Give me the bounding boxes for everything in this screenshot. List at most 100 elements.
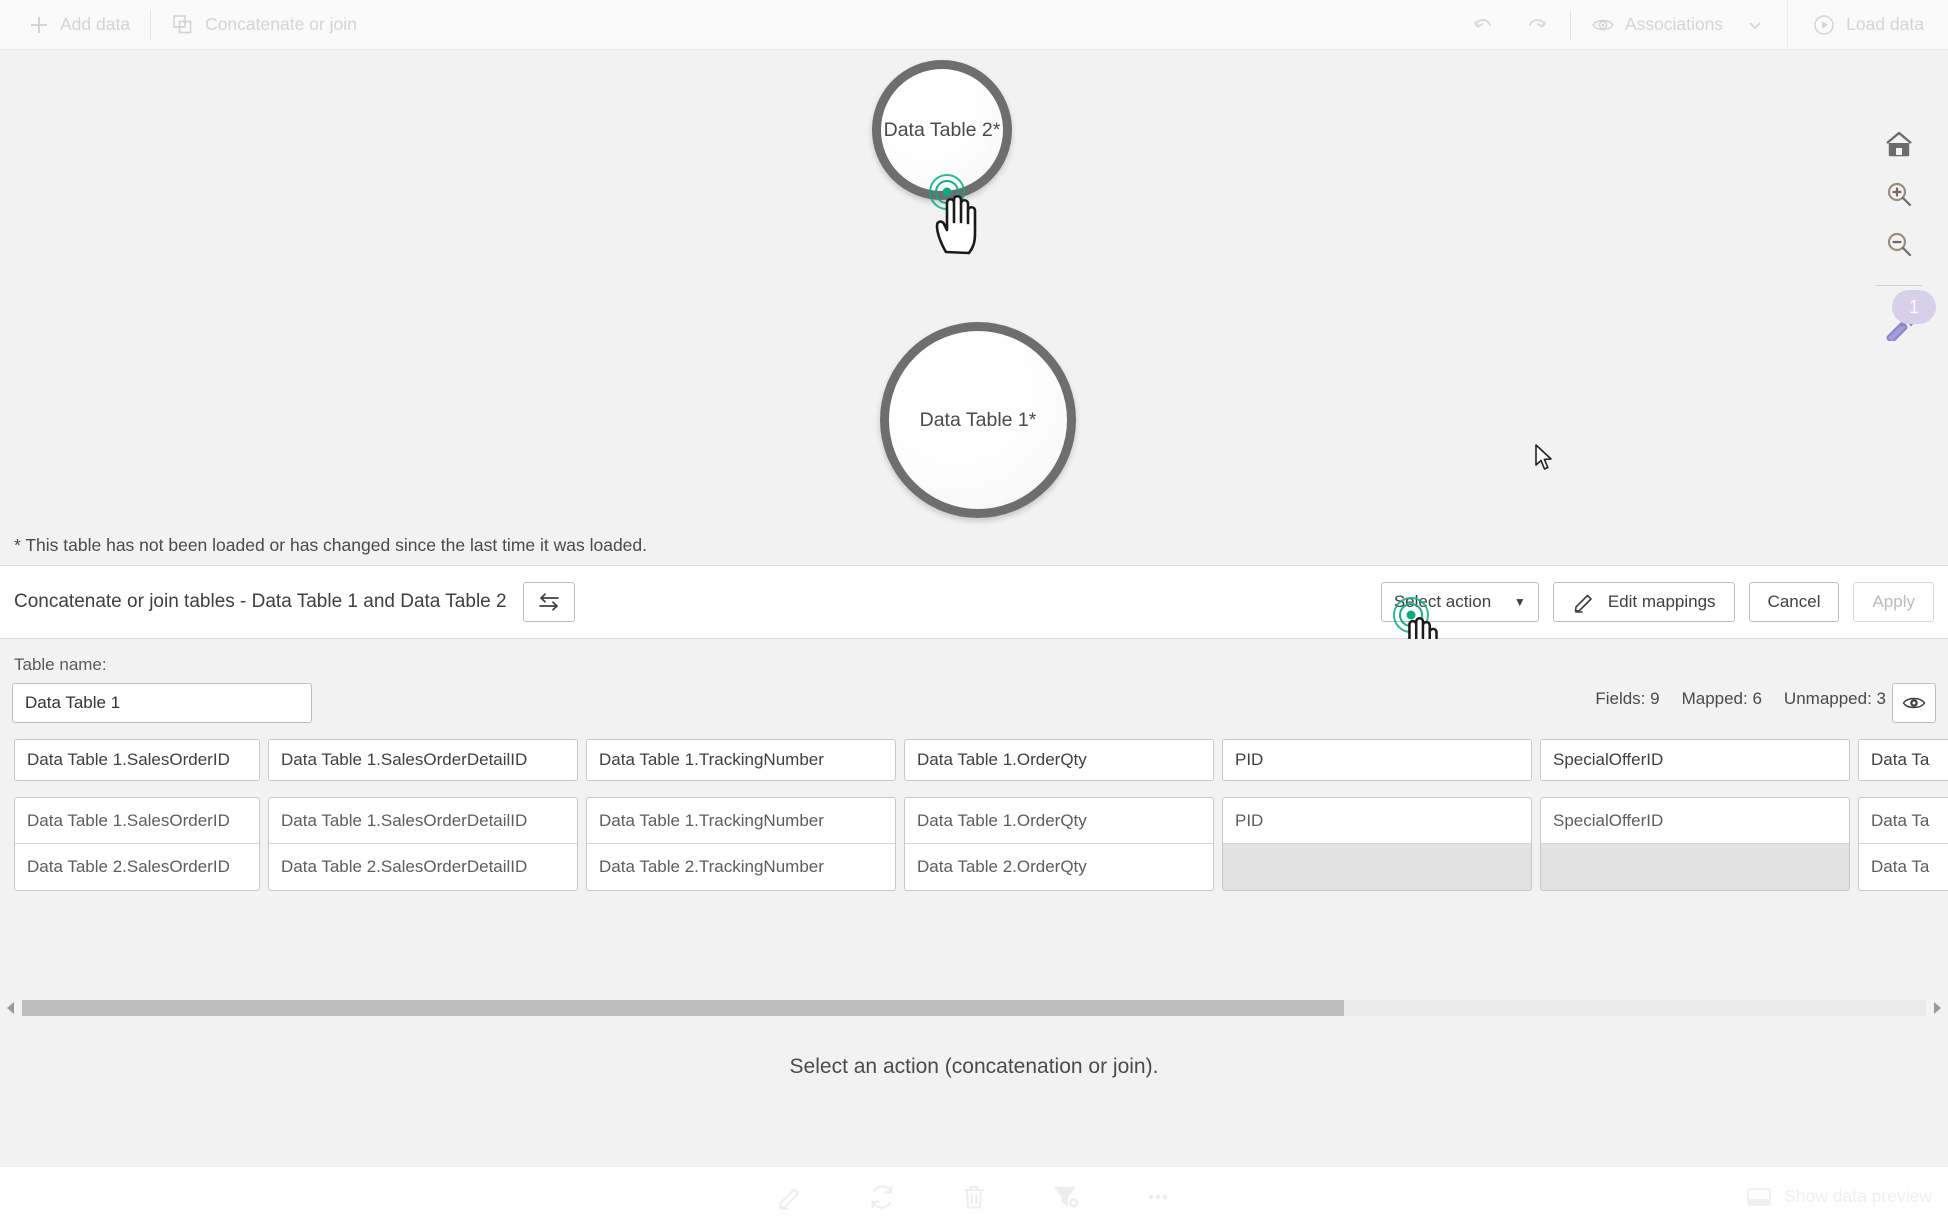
toggle-preview-button[interactable] — [1892, 683, 1936, 723]
swap-tables-button[interactable] — [522, 582, 575, 622]
show-data-preview-label: Show data preview — [1784, 1186, 1932, 1206]
hand-cursor — [930, 190, 990, 265]
eye-icon — [1591, 13, 1615, 37]
panel-title: Concatenate or join tables - Data Table … — [14, 591, 507, 612]
scrollbar-track[interactable] — [22, 1000, 1926, 1016]
mapping-columns: Data Table 1.SalesOrderID Data Table 1.Sa… — [0, 739, 1948, 891]
associations-button[interactable]: Associations — [1577, 6, 1777, 44]
mapping-column: Data Table 1.SalesOrderDetailID Data Tabl… — [268, 739, 578, 891]
mapping-column: SpecialOfferID SpecialOfferID — [1540, 739, 1850, 891]
mapping-column: Data Table 1.OrderQty Data Table 1.OrderQ… — [904, 739, 1214, 891]
trash-icon[interactable] — [960, 1183, 988, 1211]
panel-status-message: Select an action (concatenation or join)… — [789, 1055, 1159, 1078]
select-action-dropdown[interactable]: Select action ▼ — [1380, 582, 1539, 622]
zoom-in-button[interactable] — [1871, 169, 1927, 219]
horizontal-scrollbar[interactable] — [0, 997, 1948, 1019]
home-button[interactable] — [1871, 119, 1927, 169]
footer-icon-group — [776, 1183, 1172, 1211]
toolbar-divider-2 — [1569, 9, 1571, 40]
mapping-cell[interactable]: Data Table 1.SalesOrderID — [15, 798, 259, 844]
refresh-icon[interactable] — [868, 1183, 896, 1211]
mapping-cell[interactable]: Data Table 2.TrackingNumber — [587, 844, 895, 890]
toolbar-left-group: Add data Concatenate or join — [0, 6, 371, 44]
table-name-input[interactable] — [12, 683, 312, 723]
toolbar-divider — [150, 9, 152, 40]
concatenate-or-join-button[interactable]: Concatenate or join — [157, 6, 371, 44]
mapping-column-cells: Data Ta Data Ta — [1858, 797, 1948, 891]
mapping-column: Data Table 1.SalesOrderID Data Table 1.Sa… — [14, 739, 260, 891]
mapping-cell[interactable]: Data Table 2.OrderQty — [905, 844, 1213, 890]
top-toolbar: Add data Concatenate or join Association… — [0, 0, 1948, 50]
select-action-label: Select action — [1393, 592, 1492, 611]
mapping-column-cells: Data Table 1.TrackingNumber Data Table 2.… — [586, 797, 896, 891]
scrollbar-thumb[interactable] — [22, 1000, 1344, 1016]
mapping-cell[interactable]: PID — [1223, 798, 1531, 844]
chevron-down-icon: ▼ — [1513, 595, 1526, 609]
recommendations-button[interactable]: 1 — [1864, 290, 1936, 352]
show-data-preview-button[interactable]: Show data preview — [1746, 1186, 1932, 1208]
mapping-cell[interactable]: Data Table 1.OrderQty — [905, 798, 1213, 844]
field-mapping-grid[interactable]: Data Table 1.SalesOrderID Data Table 1.Sa… — [0, 739, 1948, 919]
mapping-column: Data Ta Data Ta Data Ta — [1858, 739, 1948, 891]
mapping-column: Data Table 1.TrackingNumber Data Table 1.… — [586, 739, 896, 891]
undo-button[interactable] — [1456, 5, 1510, 45]
eye-icon — [1902, 693, 1926, 713]
rail-divider — [1876, 285, 1922, 286]
mapping-column-header[interactable]: SpecialOfferID — [1540, 739, 1850, 781]
recommendations-badge: 1 — [1892, 290, 1936, 324]
scroll-left-arrow[interactable] — [0, 1001, 22, 1015]
mapping-column-header[interactable]: Data Table 1.SalesOrderDetailID — [268, 739, 578, 781]
mapping-column-cells: PID — [1222, 797, 1532, 891]
cancel-button[interactable]: Cancel — [1748, 582, 1840, 622]
mapping-column: PID PID — [1222, 739, 1532, 891]
swap-arrows-icon — [537, 591, 561, 613]
mapping-cell[interactable]: Data Ta — [1859, 844, 1948, 890]
pencil-icon — [1572, 590, 1596, 614]
table-bubble-data-table-2[interactable]: Data Table 2* — [872, 60, 1012, 200]
scroll-right-arrow[interactable] — [1926, 1001, 1948, 1015]
mapping-column-cells: Data Table 1.SalesOrderID Data Table 2.Sa… — [14, 797, 260, 891]
add-data-label: Add data — [60, 14, 131, 34]
mapping-column-header[interactable]: PID — [1222, 739, 1532, 781]
redo-button[interactable] — [1510, 5, 1564, 45]
mapping-column-cells: Data Table 1.SalesOrderDetailID Data Tabl… — [268, 797, 578, 891]
mapping-cell[interactable]: Data Table 1.TrackingNumber — [587, 798, 895, 844]
mapping-column-header[interactable]: Data Ta — [1858, 739, 1948, 781]
redo-icon — [1524, 12, 1550, 38]
bottom-toolbar: Show data preview — [0, 1166, 1948, 1226]
table-bubble-data-table-1[interactable]: Data Table 1* — [880, 322, 1076, 518]
data-model-canvas[interactable]: Data Table 2* Data Table 1* 1 — [0, 50, 1948, 525]
zoom-out-button[interactable] — [1871, 219, 1927, 269]
concatenate-join-panel: Concatenate or join tables - Data Table … — [0, 565, 1948, 1141]
mapping-column-cells: SpecialOfferID — [1540, 797, 1850, 891]
clear-filter-icon[interactable] — [1052, 1183, 1080, 1211]
edit-icon[interactable] — [776, 1183, 804, 1211]
canvas-zoom-rail: 1 — [1850, 101, 1948, 525]
apply-label: Apply — [1872, 592, 1915, 611]
mapping-column-header[interactable]: Data Table 1.OrderQty — [904, 739, 1214, 781]
add-data-button[interactable]: Add data — [14, 7, 144, 43]
mapping-cell[interactable] — [1541, 844, 1849, 890]
panel-header-actions: Select action ▼ Edit mappings Cancel App… — [1380, 582, 1934, 675]
table-bubble-label: Data Table 2* — [883, 118, 1001, 141]
mapping-column-header[interactable]: Data Table 1.TrackingNumber — [586, 739, 896, 781]
mapping-cell[interactable]: Data Table 2.SalesOrderDetailID — [269, 844, 577, 890]
mapping-cell[interactable] — [1223, 844, 1531, 890]
mapping-cell[interactable]: Data Table 1.SalesOrderDetailID — [269, 798, 577, 844]
mapping-cell[interactable]: Data Ta — [1859, 798, 1948, 844]
edit-mappings-button[interactable]: Edit mappings — [1552, 582, 1735, 622]
chevron-down-icon — [1747, 17, 1763, 33]
more-icon[interactable] — [1144, 1183, 1172, 1211]
apply-button[interactable]: Apply — [1853, 582, 1934, 622]
load-data-button[interactable]: Load data — [1798, 6, 1938, 44]
zoom-out-icon — [1884, 229, 1914, 259]
mapping-cell[interactable]: SpecialOfferID — [1541, 798, 1849, 844]
panel-body: Table name: Fields: 9 Mapped: 6 Unmapped… — [0, 639, 1948, 1141]
preview-panel-icon — [1746, 1186, 1772, 1208]
zoom-in-icon — [1884, 179, 1914, 209]
toolbar-right-group: Associations Load data — [1456, 0, 1948, 50]
fields-count: Fields: 9 — [1595, 689, 1660, 708]
mapping-column-header[interactable]: Data Table 1.SalesOrderID — [14, 739, 260, 781]
unloaded-table-note-text: * This table has not been loaded or has … — [14, 534, 647, 555]
mapping-cell[interactable]: Data Table 2.SalesOrderID — [15, 844, 259, 890]
